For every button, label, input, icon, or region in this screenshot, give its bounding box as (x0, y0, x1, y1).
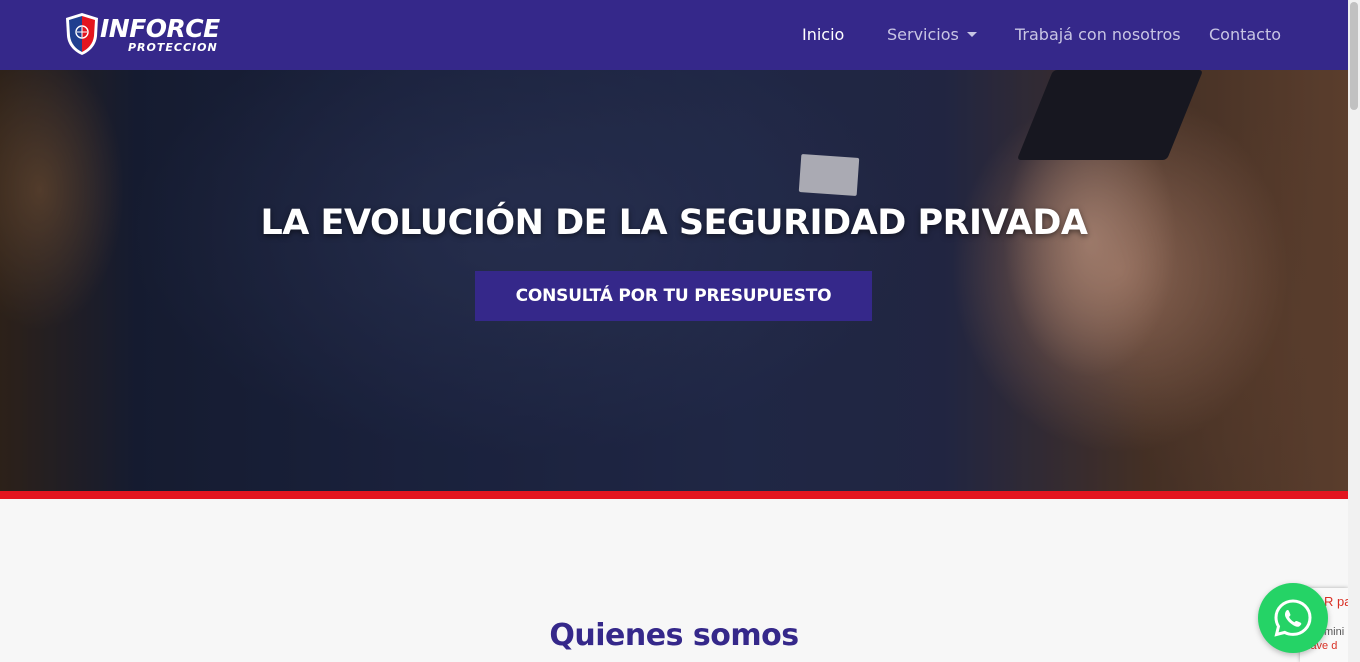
brand-name: INFORCE (100, 13, 220, 43)
quote-cta-button[interactable]: CONSULTÁ POR TU PRESUPUESTO (475, 271, 872, 321)
section-title: Quienes somos (549, 618, 799, 653)
navbar: INFORCE PROTECCION Inicio Servicios Trab… (0, 0, 1348, 70)
brand-logo[interactable]: INFORCE PROTECCION (64, 12, 220, 56)
scrollbar-thumb[interactable] (1350, 2, 1358, 110)
shield-logo-icon (66, 13, 98, 55)
hero-title: LA EVOLUCIÓN DE LA SEGURIDAD PRIVADA (260, 203, 1088, 243)
whatsapp-button[interactable] (1258, 583, 1328, 653)
recaptcha-text: R pa (1324, 594, 1348, 609)
recaptcha-text: mini (1324, 626, 1345, 638)
nav-item-trabaja[interactable]: Trabajá con nosotros (1015, 25, 1181, 44)
nav-item-inicio[interactable]: Inicio (802, 25, 844, 44)
hero-banner: LA EVOLUCIÓN DE LA SEGURIDAD PRIVADA CON… (0, 70, 1348, 491)
page-scrollbar[interactable] (1348, 0, 1360, 662)
divider (0, 491, 1348, 499)
whatsapp-icon (1274, 599, 1312, 637)
brand-subtitle: PROTECCION (128, 40, 218, 54)
nav-item-contacto[interactable]: Contacto (1209, 25, 1281, 44)
nav-item-servicios-label: Servicios (887, 25, 959, 44)
chevron-down-icon (966, 32, 977, 37)
nav-item-servicios[interactable]: Servicios (887, 25, 977, 44)
